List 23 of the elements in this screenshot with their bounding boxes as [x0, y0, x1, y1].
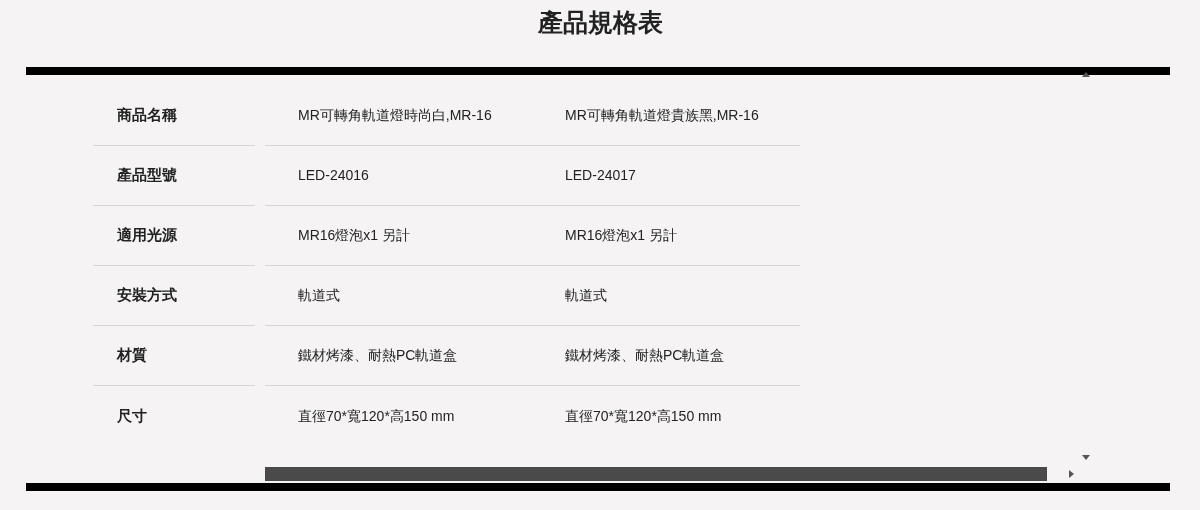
- scrollbar-thumb[interactable]: [265, 467, 1047, 481]
- page-title: 產品規格表: [537, 7, 663, 38]
- table-cell-text: 軌道式: [298, 286, 340, 305]
- table-cell-text: 直徑70*寬120*高150 mm: [565, 406, 722, 426]
- table-cell-text: MR可轉角軌道燈貴族黑,MR-16: [565, 106, 759, 125]
- table-cell-text: 軌道式: [565, 286, 607, 305]
- scroll-right-icon[interactable]: [1069, 470, 1074, 478]
- row-label: 材質: [117, 345, 147, 366]
- table-cell-text: MR16燈泡x1 另計: [565, 226, 678, 245]
- table-cell-text: MR16燈泡x1 另計: [298, 226, 411, 245]
- scroll-down-icon[interactable]: [1082, 455, 1090, 460]
- table-cell-text: LED-24017: [565, 166, 636, 185]
- row-label: 安裝方式: [117, 285, 177, 306]
- table-cell-text: LED-24016: [298, 166, 369, 185]
- table-cell-text: 鐵材烤漆、耐熱PC軌道盒: [565, 346, 725, 365]
- table-cell-text: 直徑70*寬120*高150 mm: [298, 406, 455, 426]
- row-label: 商品名稱: [117, 105, 177, 126]
- row-label: 適用光源: [117, 225, 177, 246]
- row-label: 產品型號: [117, 165, 177, 186]
- table-cell-text: MR可轉角軌道燈時尚白,MR-16: [298, 106, 492, 125]
- row-label: 尺寸: [117, 405, 147, 426]
- table-cell-text: 鐵材烤漆、耐熱PC軌道盒: [298, 346, 458, 365]
- scroll-up-icon[interactable]: [1082, 72, 1090, 77]
